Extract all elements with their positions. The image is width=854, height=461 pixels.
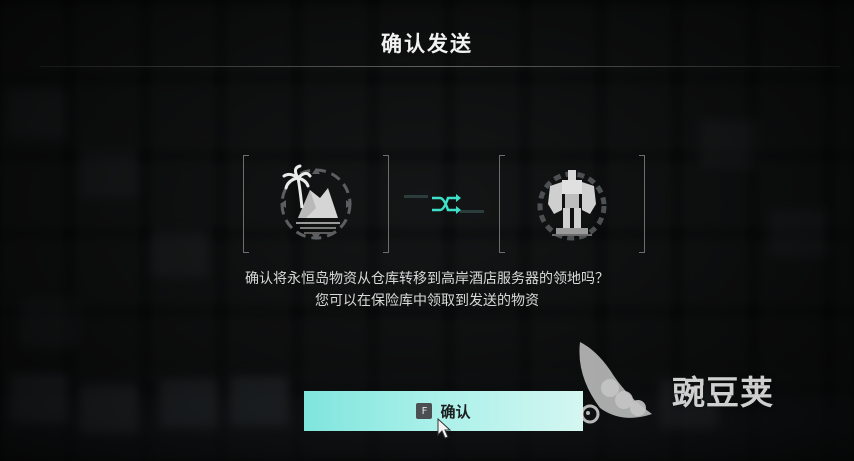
- watermark-text: 豌豆荚: [672, 373, 774, 412]
- dialog-title: 确认发送: [381, 32, 473, 56]
- message-line-2: 您可以在保险库中领取到发送的物资: [315, 293, 539, 309]
- island-palm-icon: [280, 164, 352, 240]
- source-island-frame: [243, 155, 389, 253]
- target-server-frame: [499, 155, 645, 253]
- shuffle-arrows-icon: [404, 194, 484, 214]
- message-line-1: 确认将永恒岛物资从仓库转移到高岸酒店服务器的领地吗？: [245, 271, 609, 287]
- keybind-badge: F: [416, 403, 433, 419]
- mouse-cursor-icon: [437, 418, 452, 439]
- confirmation-message: 确认将永恒岛物资从仓库转移到高岸酒店服务器的领地吗？ 您可以在保险库中领取到发送…: [0, 268, 854, 312]
- transfer-swap: [404, 184, 484, 224]
- mech-robot-icon: [537, 170, 607, 241]
- pea-pod-logo-icon: [579, 342, 652, 424]
- title-divider: [40, 66, 840, 67]
